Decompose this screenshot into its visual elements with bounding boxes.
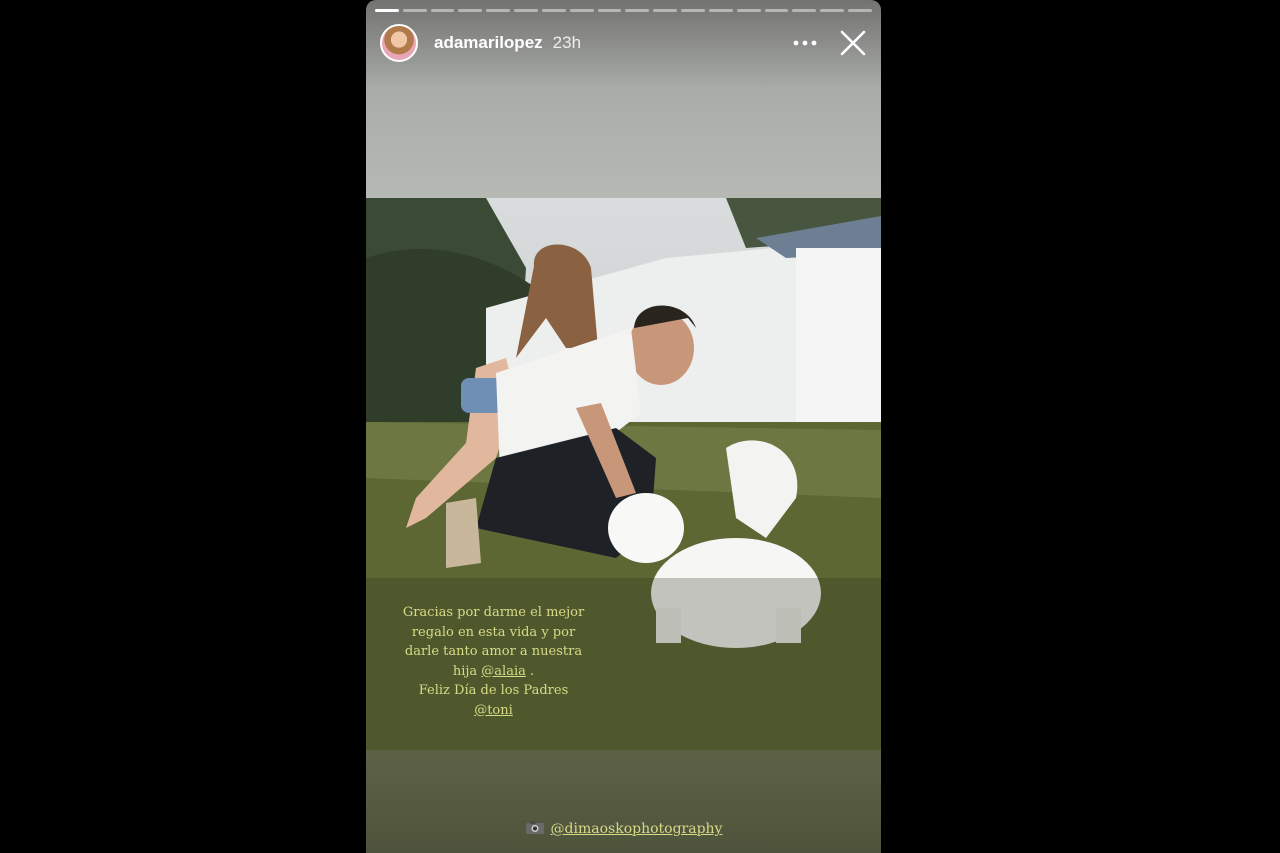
building-side — [796, 248, 881, 433]
story-progress-bar — [375, 9, 872, 12]
caption-line: regalo en esta vida y por — [411, 624, 576, 640]
progress-segment — [458, 9, 483, 12]
progress-segment — [375, 9, 399, 12]
caption-line: darle tanto amor a nuestra — [404, 644, 583, 659]
post-time: 23h — [552, 33, 582, 52]
caption-line: @toni — [386, 701, 601, 721]
caption-line: Gracias por darme el mejor — [402, 605, 585, 620]
caption-text: hija — [452, 663, 482, 679]
progress-segment — [402, 9, 427, 12]
progress-segment — [653, 9, 678, 12]
credit-mention-link[interactable]: @dimaoskophotography — [551, 821, 723, 837]
progress-segment — [764, 9, 789, 12]
caption-text: . — [525, 663, 535, 679]
progress-segment — [736, 9, 761, 12]
progress-segment — [430, 9, 455, 12]
more-button[interactable] — [787, 25, 823, 61]
story-header: adamarilopez 23h — [380, 22, 871, 64]
progress-segment — [597, 9, 622, 12]
camera-icon — [525, 821, 544, 834]
progress-segment — [625, 9, 650, 12]
close-icon — [840, 30, 866, 56]
close-button[interactable] — [835, 25, 871, 61]
progress-segment — [514, 9, 538, 12]
progress-segment — [681, 9, 705, 12]
progress-segment — [708, 9, 733, 12]
progress-segment — [486, 9, 511, 12]
story-caption: Gracias por darme el mejor regalo en est… — [386, 603, 601, 720]
progress-segment — [820, 9, 845, 12]
story-viewer[interactable]: adamarilopez 23h Gracias por darme el me… — [366, 0, 881, 853]
photo-credit: @dimaoskophotography — [366, 820, 881, 837]
caption-line: Feliz Día de los Padres — [418, 683, 569, 698]
progress-segment — [792, 9, 817, 12]
more-dots-icon — [793, 40, 817, 46]
progress-segment — [541, 9, 566, 12]
mention-link[interactable]: @alaia — [481, 664, 526, 679]
mention-link[interactable]: @toni — [474, 703, 513, 718]
progress-segment — [848, 9, 872, 12]
username[interactable]: adamarilopez — [434, 33, 543, 53]
bottom-panel — [366, 750, 881, 853]
progress-segment — [569, 9, 594, 12]
caption-line: hija @alaia . — [386, 662, 601, 682]
avatar[interactable] — [380, 24, 418, 62]
dog-head — [608, 493, 684, 563]
man-shoe — [446, 498, 481, 568]
